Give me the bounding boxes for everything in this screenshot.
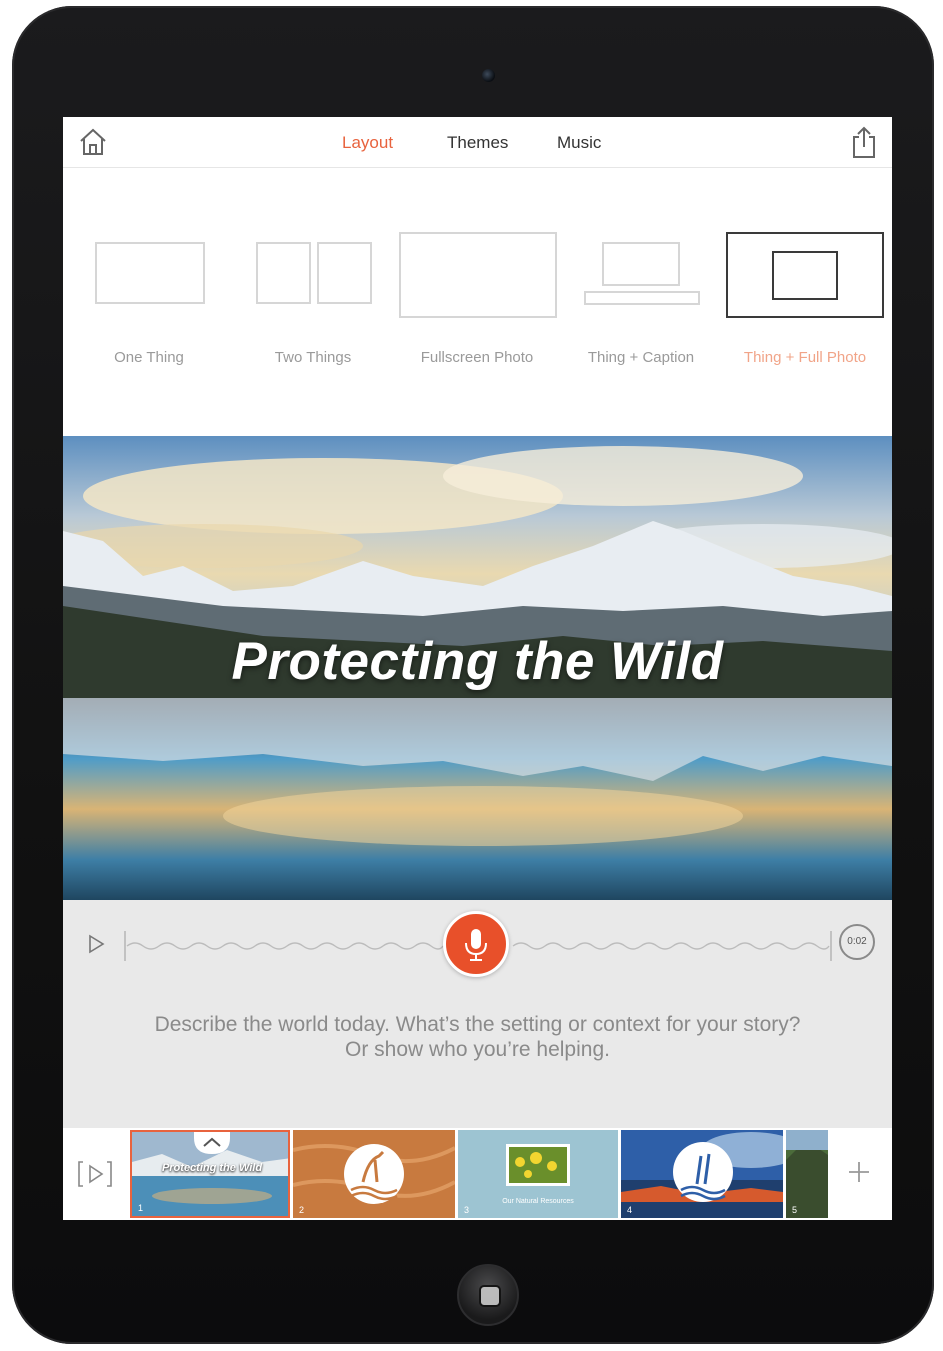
layout-option-thing-caption[interactable]: Thing + Caption [566,168,716,436]
slide-thumbnail-3[interactable]: Our Natural Resources 3 [458,1130,618,1218]
slide-thumbnail-4[interactable]: 4 [621,1130,783,1218]
narration-prompt: Describe the world today. What’s the set… [93,1012,862,1062]
play-icon[interactable] [85,933,107,955]
slide-number: 5 [792,1205,798,1215]
record-button[interactable] [443,911,509,977]
slide-title[interactable]: Protecting the Wild [63,631,892,692]
layout-thumbnail-inner [772,251,838,300]
layout-label: Two Things [274,349,352,366]
slide-preview[interactable]: Protecting the Wild [63,436,892,900]
layout-thumbnail [317,242,372,304]
thumbnail-caption: Our Natural Resources [502,1198,574,1205]
tab-themes[interactable]: Themes [447,133,508,153]
add-slide-icon[interactable] [845,1158,873,1186]
slide-number: 3 [464,1205,470,1215]
thumbnail-image [293,1130,455,1218]
front-camera [482,69,495,82]
layout-option-fullscreen-photo[interactable]: Fullscreen Photo [399,168,557,436]
prompt-line: Or show who you’re helping. [345,1038,610,1061]
voice-recorder-panel: 0:02 Describe the world today. What’s th… [63,900,892,1128]
tab-music[interactable]: Music [557,133,601,153]
slide-thumbnail-5[interactable]: 5 [786,1130,828,1218]
hardware-home-button[interactable] [457,1264,519,1326]
thumbnail-caption: Protecting the Wild [161,1162,263,1174]
layout-thumbnail [256,242,311,304]
thumbnail-image [621,1130,783,1218]
preview-play-icon[interactable] [77,1156,113,1192]
layout-label: Thing + Caption [587,349,695,366]
layout-option-one-thing[interactable]: One Thing [74,168,224,436]
layout-thumbnail [399,232,557,318]
layout-picker: One Thing Two Things Fullscreen Photo Th… [63,168,892,436]
chevron-up-icon[interactable] [194,1132,230,1154]
slide-number: 1 [138,1203,144,1213]
share-icon[interactable] [850,125,878,159]
slide-number: 4 [627,1205,633,1215]
layout-label: Thing + Full Photo [743,349,867,366]
layout-option-two-things[interactable]: Two Things [238,168,388,436]
layout-option-thing-full-photo[interactable]: Thing + Full Photo [726,168,884,436]
slide-thumbnail-2[interactable]: 2 [293,1130,455,1218]
layout-thumbnail [584,291,700,305]
slide-thumbnail-1[interactable]: Protecting the Wild 1 [130,1130,290,1218]
top-toolbar: Layout Themes Music [63,117,892,168]
microphone-icon [465,929,487,961]
tab-layout[interactable]: Layout [342,133,393,153]
slide-number: 2 [299,1205,305,1215]
recording-timer: 0:02 [839,924,875,960]
layout-label: Fullscreen Photo [420,349,534,366]
app-screen: Layout Themes Music One Thing Two Things… [63,117,892,1220]
layout-label: One Thing [114,349,184,366]
slide-filmstrip: Protecting the Wild 1 2 Our Natural Reso… [63,1128,892,1220]
prompt-line: Describe the world today. What’s the set… [154,1013,801,1036]
layout-thumbnail [602,242,680,286]
layout-thumbnail [95,242,205,304]
